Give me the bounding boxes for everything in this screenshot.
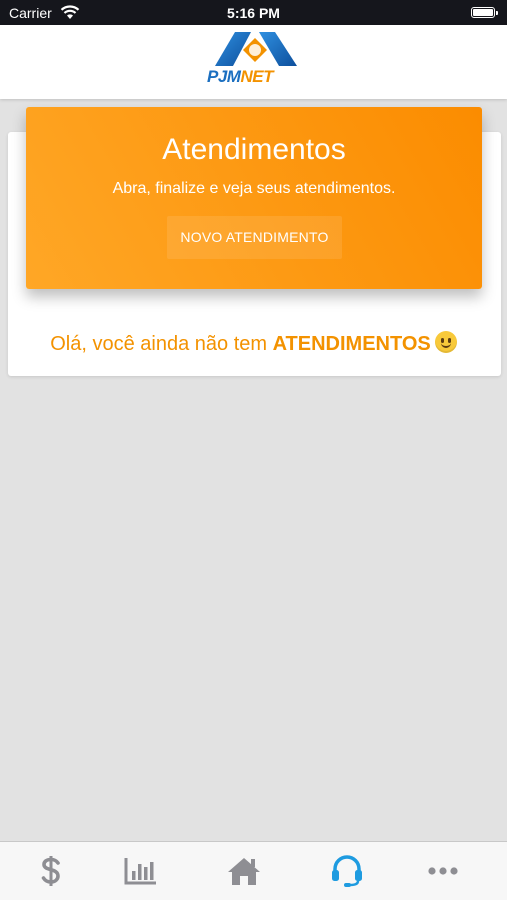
- dollar-icon: [41, 856, 60, 886]
- tab-support[interactable]: [296, 842, 397, 900]
- home-icon: [227, 858, 260, 885]
- page-subtitle: Abra, finalize e veja seus atendimentos.: [112, 180, 396, 197]
- pjmnet-logo: PJMNET: [205, 28, 305, 90]
- new-ticket-button[interactable]: NOVO ATENDIMENTO: [167, 216, 342, 259]
- app-header: PJMNET: [0, 25, 507, 99]
- battery-icon: [471, 7, 498, 18]
- smiley-icon: [434, 331, 457, 353]
- tab-home[interactable]: [193, 842, 294, 900]
- tab-reports[interactable]: [90, 842, 191, 900]
- empty-state-message: Olá, você ainda não tem ATENDIMENTOS: [0, 331, 507, 356]
- logo-text: PJMNET: [207, 67, 273, 86]
- tab-more[interactable]: [392, 842, 493, 900]
- more-icon: [427, 867, 458, 875]
- page-title: Atendimentos: [162, 133, 346, 166]
- tab-bar: [0, 841, 507, 900]
- empty-state-highlight: ATENDIMENTOS: [272, 333, 431, 355]
- headset-icon: [331, 855, 362, 887]
- bar-chart-icon: [124, 858, 156, 885]
- empty-state-prefix: Olá, você ainda não tem: [50, 333, 273, 355]
- hero-panel: Atendimentos Abra, finalize e veja seus …: [26, 107, 482, 289]
- logo-mark-icon: [215, 32, 297, 66]
- tab-finance[interactable]: [0, 842, 101, 900]
- status-bar: Carrier 5:16 PM: [0, 0, 507, 25]
- status-time: 5:16 PM: [227, 5, 280, 21]
